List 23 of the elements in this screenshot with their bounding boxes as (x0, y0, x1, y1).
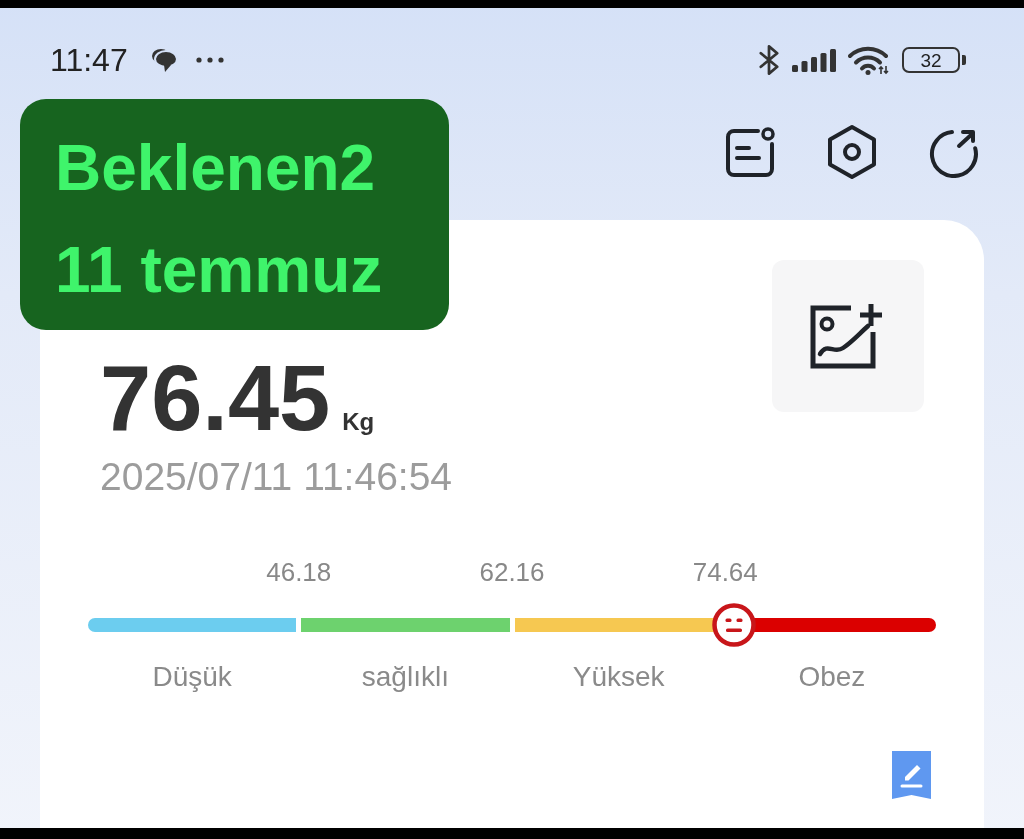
threshold-value: 62.16 (479, 559, 545, 585)
annotation-text: Beklenen2 (55, 131, 376, 206)
wifi-icon (848, 45, 890, 75)
weight-value: 76.45 (100, 352, 331, 444)
category-label: sağlıklı (361, 663, 449, 691)
edit-note-icon[interactable] (892, 751, 931, 799)
category-label: Düşük (152, 663, 232, 691)
measurement-time: 2025/07/11 11:46:54 (100, 457, 453, 496)
settings-icon[interactable] (826, 124, 878, 180)
category-label: Yüksek (572, 663, 665, 691)
neutral-face-icon[interactable] (712, 603, 757, 647)
annotation-text: 11 temmuz (55, 233, 383, 308)
dots-icon (195, 57, 224, 63)
add-image-button[interactable] (772, 260, 924, 412)
battery-indicator: 32 (902, 47, 966, 73)
bluetooth-icon (758, 45, 780, 75)
threshold-value: 46.18 (266, 559, 332, 585)
status-time: 11:47 (50, 44, 128, 76)
category-label: Obez (798, 663, 866, 691)
signal-icon (792, 48, 836, 72)
threshold-value: 74.64 (692, 559, 758, 585)
note-icon[interactable] (724, 126, 776, 178)
weight-unit: Kg (342, 408, 375, 436)
